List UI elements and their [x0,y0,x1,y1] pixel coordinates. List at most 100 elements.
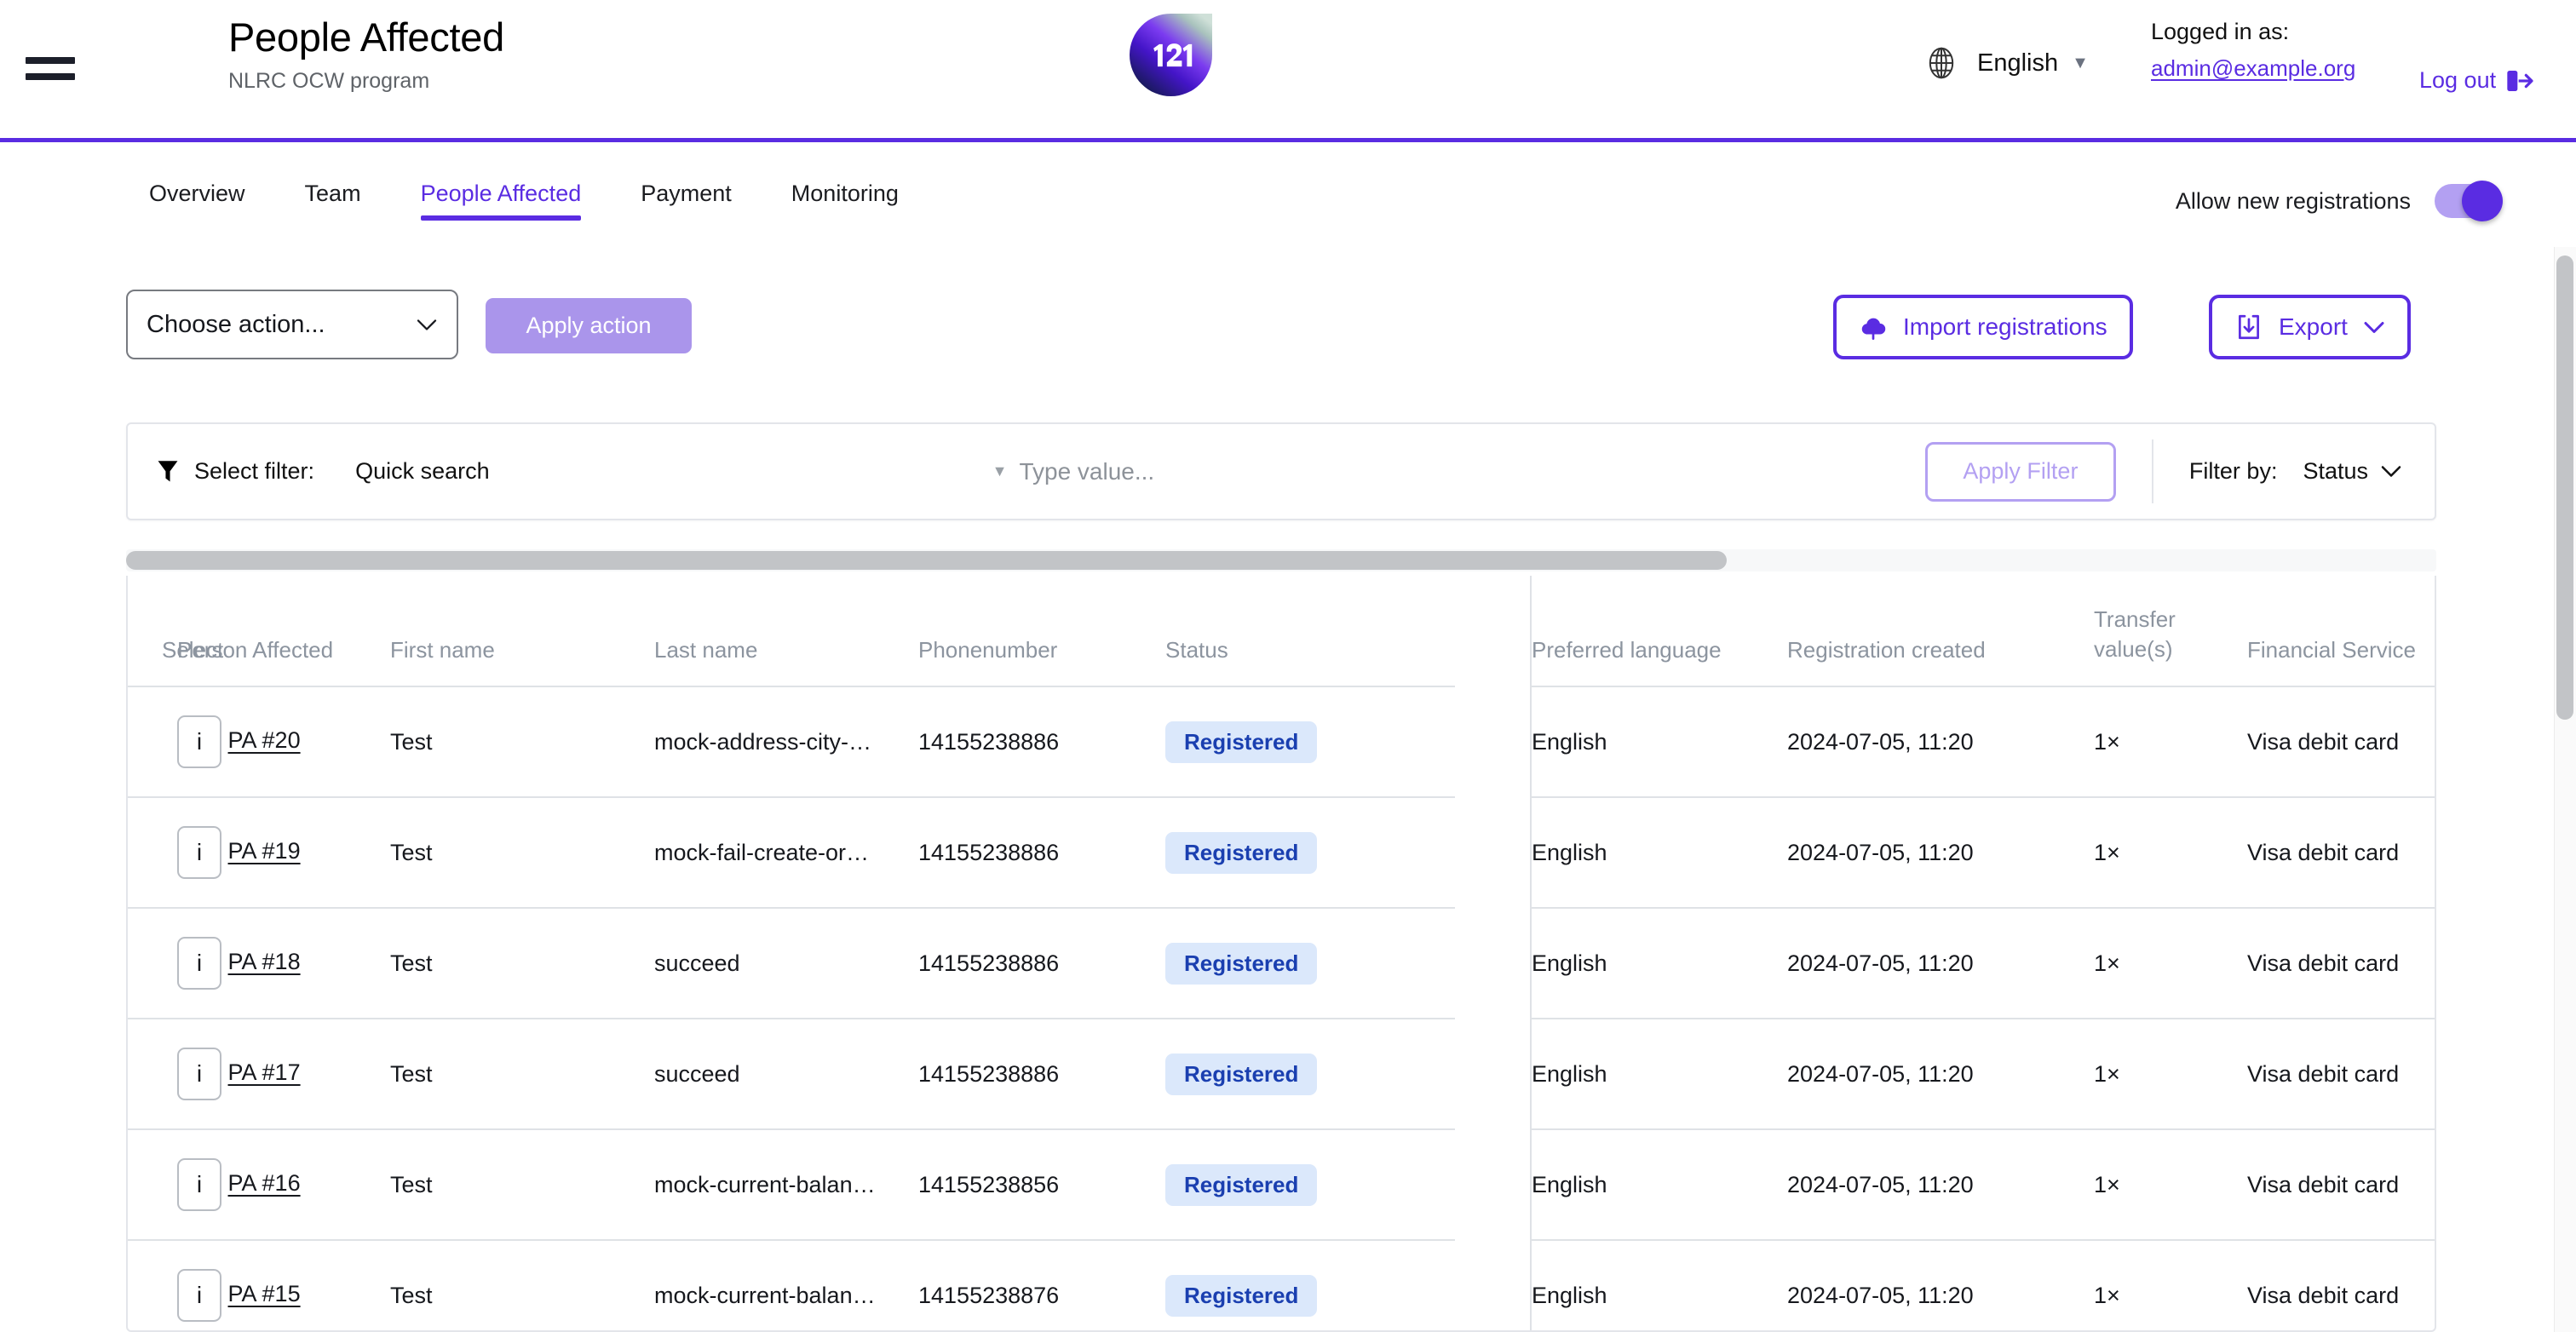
logout-button[interactable]: Log out [2419,67,2533,94]
registrations-table: Select Person Affected First name Last n… [128,576,2435,1330]
row-fsp: Visa debit card [2247,1019,2435,1130]
row-person-cell: i PA #15 [177,1240,390,1330]
row-language: English [1532,1129,1787,1241]
info-icon[interactable]: i [177,715,221,768]
person-link[interactable]: PA #19 [228,838,301,864]
row-transfer: 1× [2094,1019,2247,1130]
apply-action-button[interactable]: Apply action [486,298,692,353]
tab-overview[interactable]: Overview [149,146,245,226]
filter-by-label: Filter by: [2188,458,2278,484]
column-header-person: Person Affected [177,576,390,687]
import-registrations-button[interactable]: Import registrations [1833,295,2133,359]
select-filter-label: Select filter: [194,458,315,484]
person-link[interactable]: PA #16 [228,1170,301,1196]
row-phone: 14155238886 [918,797,1165,909]
language-selector[interactable]: English ▼ [1923,44,2089,82]
row-last-name-text: mock-current-balan… [654,1282,876,1308]
table-row[interactable]: i PA #20 Test mock-address-city-… 141552… [128,686,2435,798]
table-row[interactable]: i PA #17 Test succeed 14155238886 Regist… [128,1019,2435,1130]
status-badge: Registered [1165,942,1318,985]
filter-by-select[interactable]: Status [2303,458,2402,485]
info-icon[interactable]: i [177,1158,221,1211]
row-last-name: succeed [654,1019,918,1130]
table-row[interactable]: i PA #18 Test succeed 14155238886 Regist… [128,908,2435,1019]
frozen-column-separator [1455,686,1532,797]
column-header-last-name: Last name [654,576,918,687]
funnel-icon [158,460,178,481]
tab-monitoring[interactable]: Monitoring [791,146,899,226]
column-header-phone: Phonenumber [918,576,1165,687]
filter-by-value-label: Status [2303,458,2368,484]
row-transfer: 1× [2094,686,2247,798]
row-first-name: Test [390,686,654,798]
row-status: Registered [1165,1129,1455,1241]
registrations-table-container: Select Person Affected First name Last n… [126,576,2436,1332]
row-transfer: 1× [2094,908,2247,1019]
filter-type-select[interactable]: Quick search [355,458,490,485]
row-fsp: Visa debit card [2247,908,2435,1019]
info-icon[interactable]: i [177,1048,221,1100]
status-badge: Registered [1165,831,1318,874]
logout-icon [2507,70,2533,91]
row-status: Registered [1165,1240,1455,1330]
row-language: English [1532,797,1787,909]
row-created: 2024-07-05, 11:20 [1787,686,2094,798]
user-email-link[interactable]: admin@example.org [2151,55,2355,82]
info-icon[interactable]: i [177,937,221,990]
row-created: 2024-07-05, 11:20 [1787,908,2094,1019]
choose-action-label: Choose action... [147,310,325,338]
person-link[interactable]: PA #15 [228,1281,301,1306]
table-header-row: Select Person Affected First name Last n… [128,576,2435,687]
person-link[interactable]: PA #20 [228,727,301,753]
row-last-name: mock-address-city-… [654,686,918,798]
tab-payment[interactable]: Payment [641,146,732,226]
toggle-knob [2462,181,2503,221]
row-language: English [1532,1240,1787,1330]
app-root: People Affected NLRC OCW program English… [0,0,2576,1332]
row-created: 2024-07-05, 11:20 [1787,1129,2094,1241]
frozen-column-separator [1455,1240,1532,1330]
person-link[interactable]: PA #18 [228,949,301,974]
tab-team[interactable]: Team [305,146,361,226]
filter-value-placeholder: Type value... [1019,457,1155,485]
row-language: English [1532,908,1787,1019]
import-registrations-label: Import registrations [1903,313,2107,340]
row-created: 2024-07-05, 11:20 [1787,797,2094,909]
scrollbar-thumb[interactable] [126,551,1727,570]
hamburger-menu-icon[interactable] [26,47,77,89]
info-icon[interactable]: i [177,1269,221,1322]
row-first-name: Test [390,1240,654,1330]
chevron-down-icon: ▼ [2072,53,2089,72]
table-row[interactable]: i PA #15 Test mock-current-balan… 141552… [128,1240,2435,1330]
app-header: People Affected NLRC OCW program English… [0,0,2576,142]
row-select-cell [128,1240,177,1330]
row-last-name-text: succeed [654,1060,740,1087]
tab-people-affected[interactable]: People Affected [420,146,581,226]
row-first-name: Test [390,797,654,909]
row-status: Registered [1165,686,1455,798]
column-header-language: Preferred language [1532,576,1787,687]
row-last-name-text: mock-fail-create-or… [654,839,870,865]
hamburger-bar [26,56,75,64]
row-created: 2024-07-05, 11:20 [1787,1240,2094,1330]
person-link[interactable]: PA #17 [228,1059,301,1085]
filter-value-input[interactable]: ▼ Type value... [992,458,1155,485]
table-row[interactable]: i PA #19 Test mock-fail-create-or… 14155… [128,797,2435,909]
allow-new-registrations-toggle[interactable] [2435,181,2503,221]
info-icon[interactable]: i [177,826,221,879]
table-row[interactable]: i PA #16 Test mock-current-balan… 141552… [128,1129,2435,1241]
scrollbar-thumb[interactable] [2556,255,2573,720]
status-badge: Registered [1165,1053,1318,1095]
column-header-select: Select [128,576,223,687]
row-last-name: succeed [654,908,918,1019]
chevron-down-icon [2381,466,2401,477]
page-subtitle: NLRC OCW program [228,68,430,93]
apply-filter-button[interactable]: Apply Filter [1924,441,2116,502]
row-fsp: Visa debit card [2247,1240,2435,1330]
table-horizontal-scrollbar[interactable] [126,549,2436,571]
page-title: People Affected [228,14,504,60]
frozen-column-separator [1455,576,1532,686]
choose-action-select[interactable]: Choose action... [126,290,458,359]
export-button[interactable]: Export [2209,295,2411,359]
column-header-created: Registration created [1787,576,2094,687]
